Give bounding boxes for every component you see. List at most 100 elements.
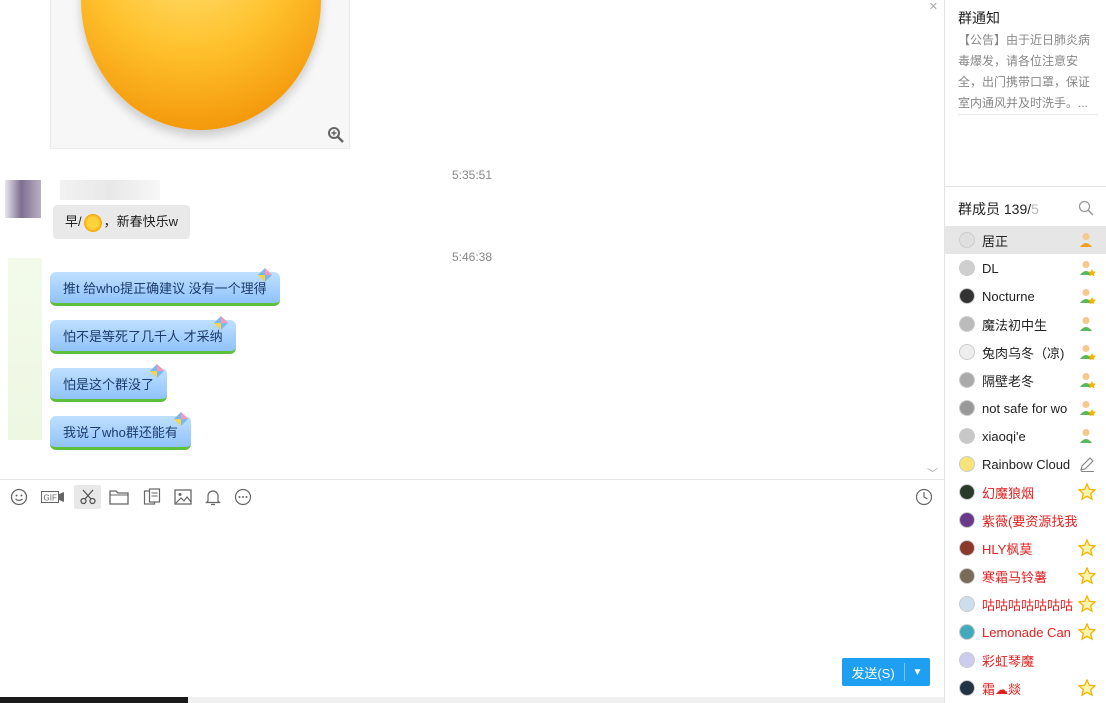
member-item[interactable]: DL [945, 254, 1106, 282]
avatar[interactable] [959, 316, 975, 332]
emoji-icon[interactable] [7, 485, 31, 509]
input-toolbar: GIF [0, 482, 944, 512]
member-item[interactable]: 兔肉乌冬（凉) [945, 338, 1106, 366]
avatar[interactable] [959, 596, 975, 612]
send-button[interactable]: 发送(S) ▼ [842, 658, 930, 686]
member-name: 居正 [982, 233, 1009, 249]
member-item[interactable]: HLY枫莫 [945, 534, 1106, 562]
avatar[interactable] [959, 400, 975, 416]
message-bubble: 早/ ，新春快乐w [53, 205, 191, 239]
member-item[interactable]: xiaoqi'e [945, 422, 1106, 450]
member-item[interactable]: 咕咕咕咕咕咕咕 [945, 590, 1106, 618]
member-item[interactable]: 幻魔狼烟 [945, 478, 1106, 506]
sender-name-blurred [60, 180, 160, 200]
avatar[interactable] [959, 456, 975, 472]
notice-title: 群通知 [958, 10, 1000, 26]
member-name: HLY枫莫 [982, 541, 1033, 557]
avatar[interactable] [959, 232, 975, 248]
members-title: 群成员 139/5 [958, 199, 1039, 219]
message-bubble: 我说了who群还能有 [50, 416, 191, 450]
avatar[interactable] [959, 260, 975, 276]
member-name: 咕咕咕咕咕咕咕 [982, 597, 1074, 613]
divider [0, 479, 944, 480]
bell-icon[interactable] [201, 485, 225, 509]
member-list: 居正 DL Nocturne 魔法初中生兔肉乌冬（凉) 隔壁老冬 not safe for… [945, 226, 1106, 703]
star-icon [1077, 622, 1097, 641]
member-name: Lemonade Can [982, 624, 1071, 640]
member-item[interactable]: 隔壁老冬 [945, 366, 1106, 394]
member-name: 隔壁老冬 [982, 373, 1035, 389]
star-icon [1077, 538, 1097, 557]
member-item[interactable]: 寒霜马铃薯 [945, 562, 1106, 590]
avatar[interactable] [5, 180, 41, 218]
chevron-down-icon[interactable]: ▼ [905, 667, 930, 678]
avatar[interactable] [959, 652, 975, 668]
zoom-in-icon[interactable] [327, 126, 345, 144]
avatar[interactable] [959, 484, 975, 500]
more-icon[interactable] [231, 485, 255, 509]
member-item[interactable]: not safe for wo [945, 394, 1106, 422]
member-name: 幻魔狼烟 [982, 485, 1035, 501]
member-icon [1078, 427, 1096, 445]
member-name: 紫薇(要资源找我) [982, 513, 1077, 529]
member-name: 魔法初中生 [982, 317, 1048, 333]
member-name: 霜☁燚 [982, 681, 1022, 697]
send-label: 发送(S) [851, 665, 895, 681]
scissors-icon[interactable] [74, 485, 101, 509]
kite-icon [258, 268, 272, 282]
admin-icon [1078, 399, 1096, 417]
avatar[interactable] [959, 288, 975, 304]
avatar[interactable] [959, 428, 975, 444]
scroll-up-icon[interactable]: ✕ [929, 0, 938, 13]
avatar[interactable] [959, 568, 975, 584]
member-item[interactable]: 居正 [945, 226, 1106, 254]
member-name: 寒霜马铃薯 [982, 569, 1048, 585]
message-input[interactable] [0, 512, 944, 682]
edit-icon [1078, 455, 1096, 473]
admin-icon [1078, 259, 1096, 277]
member-item[interactable]: Rainbow Cloud [945, 450, 1106, 478]
doc-icon[interactable] [140, 485, 164, 509]
kite-icon [150, 364, 164, 378]
member-item[interactable]: Lemonade Can [945, 618, 1106, 646]
member-name: Nocturne [982, 288, 1035, 304]
member-item[interactable]: 魔法初中生 [945, 310, 1106, 338]
search-icon[interactable] [1078, 200, 1094, 216]
avatar[interactable] [959, 344, 975, 360]
message-bubble: 推t 给who提正确建议 没有一个理得 [50, 272, 280, 306]
message-text-suffix: ，新春快乐w [103, 214, 179, 229]
scrollbar-thumb[interactable] [0, 697, 188, 703]
member-item[interactable]: 紫薇(要资源找我) [945, 506, 1106, 534]
avatar[interactable] [959, 372, 975, 388]
horizontal-scrollbar[interactable] [0, 697, 944, 703]
member-name: 兔肉乌冬（凉) [982, 345, 1065, 361]
member-name: Rainbow Cloud [982, 456, 1071, 472]
members-count-tail: 5 [1031, 201, 1039, 217]
member-item[interactable]: 彩虹琴魔 [945, 646, 1106, 674]
gif-icon[interactable]: GIF [40, 485, 66, 509]
member-name: xiaoqi'e [982, 428, 1026, 444]
avatar[interactable] [959, 512, 975, 528]
star-icon [1077, 482, 1097, 501]
member-name: DL [982, 260, 999, 276]
folder-icon[interactable] [107, 485, 131, 509]
svg-text:GIF: GIF [44, 494, 57, 503]
avatar[interactable] [959, 680, 975, 696]
admin-icon [1078, 343, 1096, 361]
smiley-image[interactable] [50, 0, 350, 149]
members-header: 群成员 139/5 [945, 186, 1106, 227]
member-item[interactable]: 霜☁燚 [945, 674, 1106, 702]
sun-emoji-icon [83, 214, 102, 232]
group-notice-panel[interactable]: 群通知 【公告】由于近日肺炎病毒爆发，请各位注意安全，出门携带口罩，保证室内通风… [945, 0, 1106, 186]
avatar[interactable] [959, 540, 975, 556]
image-icon[interactable] [171, 485, 195, 509]
avatar[interactable] [8, 258, 42, 440]
members-count-label: 群成员 139/ [958, 201, 1032, 217]
member-item[interactable]: Nocturne [945, 282, 1106, 310]
history-icon[interactable] [912, 485, 936, 509]
member-name: not safe for wo [982, 400, 1068, 416]
message-bubble: 怕不是等死了几千人 才采纳 [50, 320, 236, 354]
member-icon [1078, 315, 1096, 333]
avatar[interactable] [959, 624, 975, 640]
message-text-prefix: 早/ [65, 214, 82, 229]
